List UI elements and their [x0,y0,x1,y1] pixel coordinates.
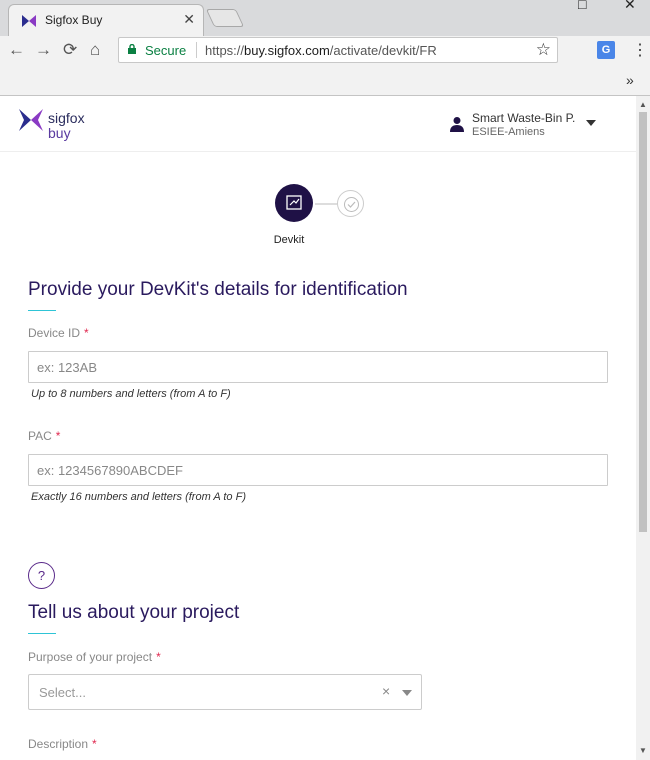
browser-menu-icon[interactable]: ⋮ [632,40,648,60]
check-circle-icon [344,197,359,212]
bookmarks-overflow-icon[interactable]: » [626,72,634,88]
browser-toolbar: ← → ⟳ ⌂ Secure https://buy.sigfox.com/ac… [0,36,650,66]
title-underline [28,310,56,311]
home-icon[interactable]: ⌂ [90,40,100,60]
step-confirmation [337,190,364,217]
url-text: https://buy.sigfox.com/activate/devkit/F… [205,43,437,58]
device-id-input[interactable] [28,351,608,383]
sigfox-favicon-icon [22,15,36,27]
new-tab-button[interactable] [205,9,245,27]
logo-text-sigfox: sigfox [48,110,85,126]
stepper-connector [315,203,337,205]
site-header: sigfox buy Smart Waste-Bin P. ESIEE-Amie… [0,96,636,152]
step-devkit-active [275,184,313,222]
purpose-select[interactable]: Select... × [28,674,422,710]
project-section-title: Tell us about your project [28,602,240,623]
tab-strip: Sigfox Buy ✕ □ ✕ [0,0,650,36]
pac-hint: Exactly 16 numbers and letters (from A t… [31,491,246,503]
bookmarks-bar: » [0,66,650,96]
devkit-section-title: Provide your DevKit's details for identi… [28,279,408,300]
page-scrollbar[interactable]: ▲ ▼ [636,96,650,760]
window-maximize-icon[interactable]: □ [578,0,586,12]
purpose-label: Purpose of your project * [28,650,161,664]
tab-title: Sigfox Buy [45,13,103,27]
step-label-devkit: Devkit [273,234,305,246]
help-icon[interactable]: ? [28,562,55,589]
translate-icon[interactable]: G [597,41,615,59]
user-name[interactable]: Smart Waste-Bin P. [472,111,575,125]
forward-icon[interactable]: → [35,40,52,60]
chevron-down-icon[interactable] [586,120,596,126]
purpose-select-placeholder: Select... [39,685,86,700]
chevron-down-icon[interactable] [402,690,412,696]
address-bar[interactable]: Secure https://buy.sigfox.com/activate/d… [118,37,558,63]
back-icon[interactable]: ← [8,40,25,60]
clear-icon[interactable]: × [382,683,390,699]
window-close-icon[interactable]: ✕ [624,0,636,13]
title-underline [28,633,56,634]
logo-text-buy: buy [48,125,71,141]
sigfox-logo-icon[interactable] [18,108,44,132]
user-icon[interactable] [450,116,464,132]
pac-input[interactable] [28,454,608,486]
page-content: sigfox buy Smart Waste-Bin P. ESIEE-Amie… [0,96,636,760]
browser-tab[interactable]: Sigfox Buy ✕ [8,4,204,36]
user-organization: ESIEE-Amiens [472,126,545,138]
device-id-hint: Up to 8 numbers and letters (from A to F… [31,388,231,400]
pac-label: PAC * [28,429,61,443]
scrollbar-thumb[interactable] [639,112,647,532]
scroll-up-icon[interactable]: ▲ [639,100,647,109]
bookmark-star-icon[interactable]: ☆ [536,40,551,60]
device-id-label: Device ID * [28,326,89,340]
lock-icon [128,44,136,54]
scroll-down-icon[interactable]: ▼ [639,746,647,755]
reload-icon[interactable]: ⟳ [63,40,77,60]
devkit-icon [286,195,302,210]
secure-label: Secure [145,43,187,58]
omnibox-separator [196,42,197,58]
tab-close-icon[interactable]: ✕ [183,11,195,28]
description-label: Description * [28,737,97,751]
